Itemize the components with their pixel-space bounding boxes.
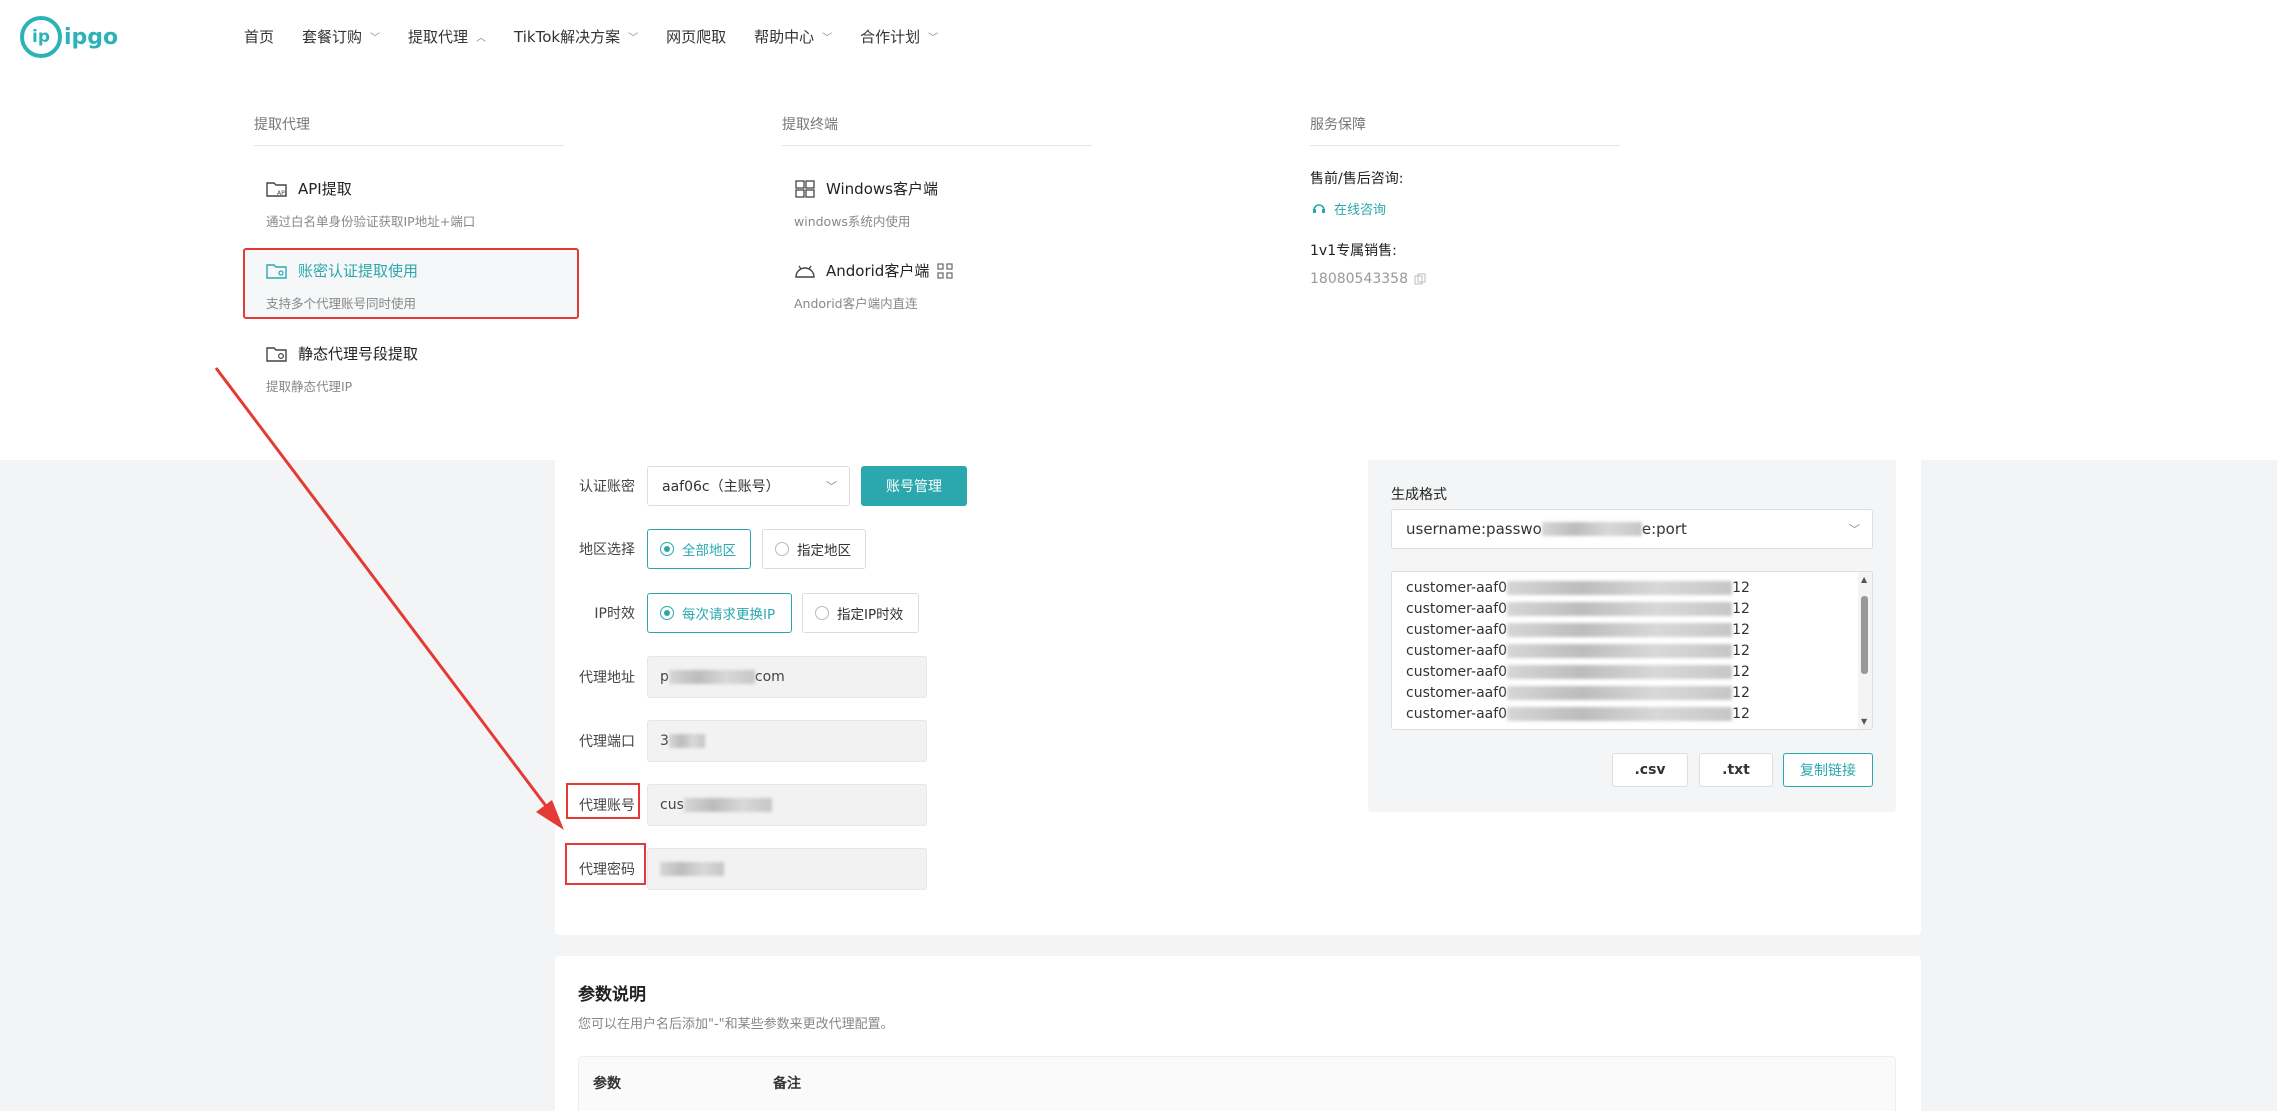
annotation-arrow bbox=[214, 367, 564, 830]
